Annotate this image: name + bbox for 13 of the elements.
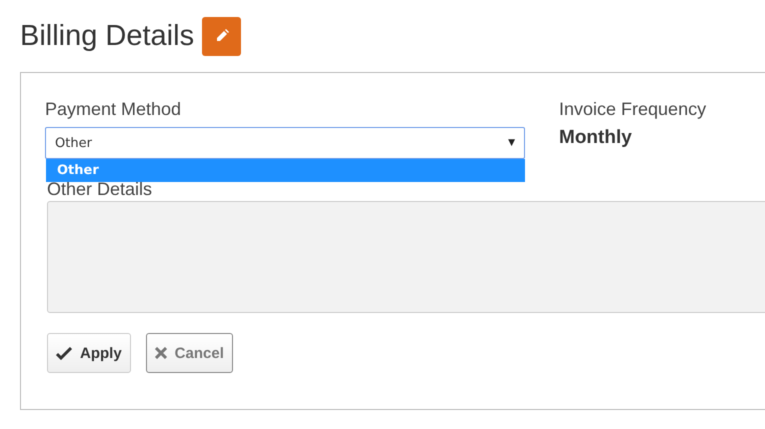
page-title: Billing Details [20, 20, 194, 52]
other-details-field[interactable] [47, 201, 765, 313]
edit-button[interactable] [202, 16, 242, 56]
field-value: Monthly [559, 127, 633, 149]
field-label: Other Details [47, 179, 154, 201]
payment-method-select[interactable]: Other ▼ [45, 127, 525, 159]
close-icon [154, 347, 167, 359]
cancel-button[interactable]: Cancel [146, 333, 233, 373]
caret-icon: ▼ [508, 138, 515, 148]
field-label: Invoice Frequency [559, 99, 706, 121]
apply-button[interactable]: Apply [47, 333, 131, 373]
field-label: Payment Method [45, 99, 182, 121]
check-icon [56, 346, 72, 360]
